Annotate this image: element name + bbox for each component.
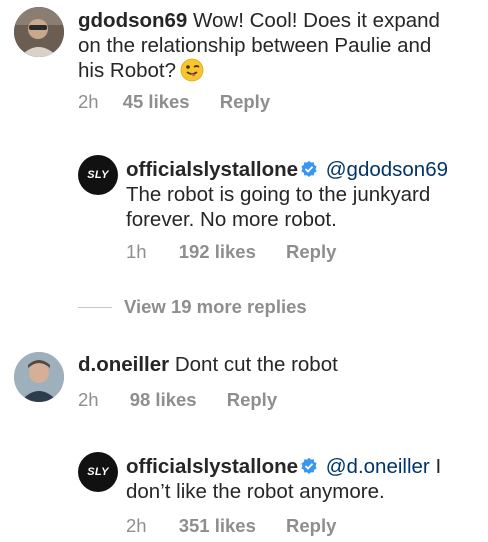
username[interactable]: gdodson69 [78, 9, 187, 32]
sly-logo: SLY [87, 169, 109, 181]
reply-line-2: don’t like the robot anymore. [126, 480, 385, 503]
likes-count[interactable]: 192 likes [179, 241, 256, 263]
likes-count[interactable]: 45 likes [123, 91, 190, 113]
comment-line-3: his Robot? [78, 59, 177, 82]
reply-button[interactable]: Reply [286, 515, 336, 537]
comment-line-2: on the relationship between Paulie and [78, 34, 432, 57]
reply-text: officialslystallone @d.oneiller I [126, 454, 441, 481]
view-more-replies-label: View 19 more replies [124, 296, 307, 317]
reply-button[interactable]: Reply [220, 91, 270, 113]
avatar[interactable] [14, 7, 64, 57]
timestamp: 2h [126, 515, 147, 536]
comment-meta: 2h 351 likes Reply [126, 515, 336, 537]
divider-line [78, 306, 112, 308]
sly-logo: SLY [87, 466, 109, 478]
timestamp: 2h [78, 91, 99, 112]
view-more-replies-button[interactable]: View 19 more replies [78, 294, 307, 320]
username[interactable]: officialslystallone [126, 158, 298, 181]
timestamp: 1h [126, 241, 147, 262]
reply-button[interactable]: Reply [286, 241, 336, 263]
reply-button[interactable]: Reply [227, 389, 277, 411]
avatar[interactable]: SLY [78, 155, 118, 195]
reply-line-3: forever. No more robot. [126, 208, 337, 231]
comment-text: d.oneiller Dont cut the robot [78, 352, 338, 377]
mention-link[interactable]: @gdodson69 [326, 158, 448, 181]
user-photo-icon [14, 7, 64, 57]
comment-text: gdodson69 Wow! Cool! Does it expand [78, 8, 440, 33]
username[interactable]: d.oneiller [78, 353, 169, 376]
timestamp: 2h [78, 389, 99, 410]
comment-meta: 1h 192 likes Reply [126, 241, 336, 263]
reply-body-start: I [429, 455, 442, 478]
reply-text: officialslystallone @gdodson69 [126, 157, 448, 184]
avatar[interactable] [14, 352, 64, 402]
comment-body: Dont cut the robot [174, 353, 338, 376]
avatar[interactable]: SLY [78, 452, 118, 492]
likes-count[interactable]: 98 likes [130, 389, 197, 411]
mention-link[interactable]: @d.oneiller [326, 455, 430, 478]
verified-badge-icon [300, 159, 318, 184]
likes-count[interactable]: 351 likes [179, 515, 256, 537]
verified-badge-icon [300, 456, 318, 481]
reply-line-2: The robot is going to the junkyard [126, 183, 431, 206]
winking-tongue-emoji-icon [180, 58, 204, 88]
comment-meta: 2h 45 likes Reply [78, 91, 270, 113]
username[interactable]: officialslystallone [126, 455, 298, 478]
comment-meta: 2h 98 likes Reply [78, 389, 277, 411]
comment-line-1: Wow! Cool! Does it expand [193, 9, 440, 32]
comment-line-3-wrap: his Robot? [78, 58, 204, 88]
user-photo-icon [14, 352, 64, 402]
